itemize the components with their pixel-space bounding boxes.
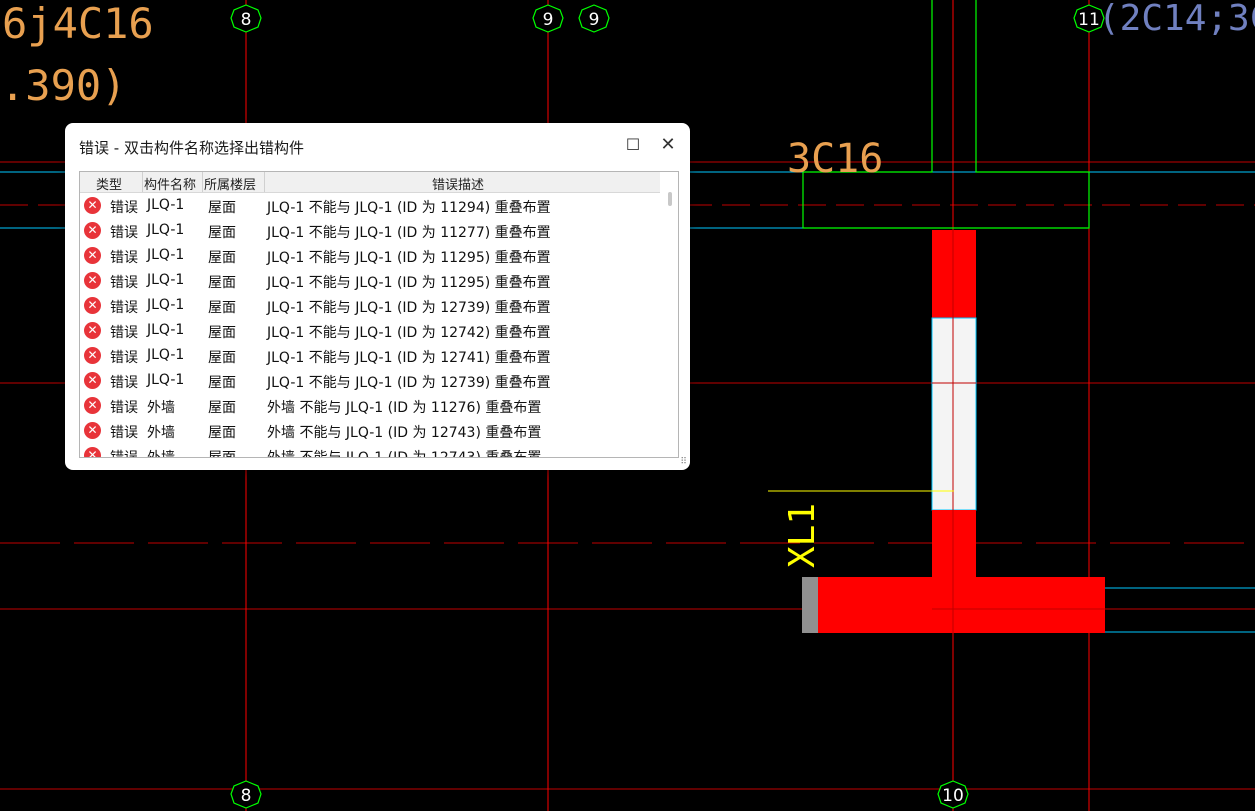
table-row[interactable]: ✕ 错误 JLQ-1 屋面 JLQ-1 不能与 JLQ-1 (ID 为 11295) 重… (80, 269, 660, 294)
table-row[interactable]: ✕ 错误 外墙 屋面 外墙 不能与 JLQ-1 (ID 为 12743) 重叠布置 (80, 419, 660, 444)
cell-description: JLQ-1 不能与 JLQ-1 (ID 为 12739) 重叠布置 (267, 375, 551, 391)
vertical-scrollbar[interactable] (662, 172, 678, 457)
cell-floor: 屋面 (208, 225, 236, 241)
wall-segment-white[interactable] (931, 317, 977, 511)
elevation-annotation: .390) (0, 61, 126, 110)
cell-floor: 屋面 (208, 325, 236, 341)
axis-label-top-11: 11 (1078, 10, 1100, 30)
cell-name[interactable]: 外墙 (147, 397, 175, 417)
axis-label-bottom-10: 10 (942, 786, 964, 806)
error-icon: ✕ (84, 422, 101, 439)
cell-description: JLQ-1 不能与 JLQ-1 (ID 为 12741) 重叠布置 (267, 350, 551, 366)
error-rows: ✕ 错误 JLQ-1 屋面 JLQ-1 不能与 JLQ-1 (ID 为 11294) 重… (80, 194, 660, 458)
cell-floor: 屋面 (208, 375, 236, 391)
cell-type: 错误 (110, 225, 138, 241)
cell-description: JLQ-1 不能与 JLQ-1 (ID 为 12742) 重叠布置 (267, 325, 551, 341)
cell-type: 错误 (110, 325, 138, 341)
error-icon: ✕ (84, 322, 101, 339)
header-divider[interactable] (142, 172, 143, 192)
cell-type: 错误 (110, 350, 138, 366)
error-wall-segment-mid[interactable] (932, 510, 976, 588)
error-icon: ✕ (84, 372, 101, 389)
table-row[interactable]: ✕ 错误 JLQ-1 屋面 JLQ-1 不能与 JLQ-1 (ID 为 12741) 重… (80, 344, 660, 369)
axis-label-top-8: 8 (241, 10, 252, 30)
rebar-annotation-top-left: 6j4C16 (2, 0, 154, 48)
error-icon: ✕ (84, 222, 101, 239)
cell-description: 外墙 不能与 JLQ-1 (ID 为 12743) 重叠布置 (267, 450, 542, 458)
cell-name[interactable]: JLQ-1 (147, 347, 184, 363)
list-header: 类型 构件名称 所属楼层 错误描述 (80, 172, 660, 193)
cell-description: 外墙 不能与 JLQ-1 (ID 为 11276) 重叠布置 (267, 400, 542, 416)
cell-name[interactable]: JLQ-1 (147, 297, 184, 313)
error-icon: ✕ (84, 297, 101, 314)
error-icon: ✕ (84, 347, 101, 364)
cell-name[interactable]: 外墙 (147, 422, 175, 442)
cell-type: 错误 (110, 200, 138, 216)
cell-type: 错误 (110, 300, 138, 316)
cell-floor: 屋面 (208, 200, 236, 216)
cell-name[interactable]: 外墙 (147, 447, 175, 457)
table-row[interactable]: ✕ 错误 JLQ-1 屋面 JLQ-1 不能与 JLQ-1 (ID 为 12742) 重… (80, 319, 660, 344)
axis-label-top-9a: 9 (543, 10, 554, 30)
scroll-thumb[interactable] (668, 192, 672, 206)
cell-type: 错误 (110, 450, 138, 458)
cell-name[interactable]: JLQ-1 (147, 372, 184, 388)
table-row[interactable]: ✕ 错误 JLQ-1 屋面 JLQ-1 不能与 JLQ-1 (ID 为 12739) 重… (80, 369, 660, 394)
cell-description: JLQ-1 不能与 JLQ-1 (ID 为 11295) 重叠布置 (267, 275, 551, 291)
cell-floor: 屋面 (208, 350, 236, 366)
dialog-title: 错误 - 双击构件名称选择出错构件 (79, 139, 304, 157)
cell-type: 错误 (110, 250, 138, 266)
error-icon: ✕ (84, 447, 101, 457)
error-icon: ✕ (84, 272, 101, 289)
error-icon: ✕ (84, 197, 101, 214)
cell-floor: 屋面 (208, 275, 236, 291)
header-name[interactable]: 构件名称 (144, 174, 196, 193)
header-divider[interactable] (202, 172, 203, 192)
header-floor[interactable]: 所属楼层 (204, 174, 256, 193)
cell-floor: 屋面 (208, 250, 236, 266)
rebar-annotation-top-right: (2C14;3C (1098, 0, 1255, 39)
error-wall-segment-top[interactable] (932, 230, 976, 318)
error-dialog[interactable]: 错误 - 双击构件名称选择出错构件 ☐ ✕ 类型 构件名称 所属楼层 错误描述 … (65, 123, 690, 470)
rebar-annotation-3c16: 3C16 (787, 136, 883, 182)
cell-name[interactable]: JLQ-1 (147, 247, 184, 263)
header-type[interactable]: 类型 (96, 174, 122, 193)
cell-floor: 屋面 (208, 400, 236, 416)
header-description[interactable]: 错误描述 (432, 174, 484, 193)
header-divider[interactable] (264, 172, 265, 192)
table-row[interactable]: ✕ 错误 外墙 屋面 外墙 不能与 JLQ-1 (ID 为 11276) 重叠布置 (80, 394, 660, 419)
resize-grip-icon[interactable]: ⠿ (680, 457, 687, 467)
cell-type: 错误 (110, 425, 138, 441)
table-row[interactable]: ✕ 错误 JLQ-1 屋面 JLQ-1 不能与 JLQ-1 (ID 为 11294) 重… (80, 194, 660, 219)
beam-label-xl1: XL1 (782, 503, 823, 568)
cell-floor: 屋面 (208, 450, 236, 458)
cell-type: 错误 (110, 375, 138, 391)
axis-label-top-9b: 9 (589, 10, 600, 30)
table-row[interactable]: ✕ 错误 JLQ-1 屋面 JLQ-1 不能与 JLQ-1 (ID 为 11277) 重… (80, 219, 660, 244)
cell-floor: 屋面 (208, 425, 236, 441)
cell-name[interactable]: JLQ-1 (147, 272, 184, 288)
maximize-button[interactable]: ☐ (621, 133, 645, 157)
cell-description: JLQ-1 不能与 JLQ-1 (ID 为 11277) 重叠布置 (267, 225, 551, 241)
axis-label-bottom-8: 8 (241, 786, 252, 806)
cell-floor: 屋面 (208, 300, 236, 316)
wall-end-gray[interactable] (802, 577, 818, 633)
error-icon: ✕ (84, 247, 101, 264)
error-icon: ✕ (84, 397, 101, 414)
table-row[interactable]: ✕ 错误 JLQ-1 屋面 JLQ-1 不能与 JLQ-1 (ID 为 11295) 重… (80, 244, 660, 269)
cell-name[interactable]: JLQ-1 (147, 322, 184, 338)
cell-description: 外墙 不能与 JLQ-1 (ID 为 12743) 重叠布置 (267, 425, 542, 441)
cell-type: 错误 (110, 275, 138, 291)
table-row[interactable]: ✕ 错误 外墙 屋面 外墙 不能与 JLQ-1 (ID 为 12743) 重叠布置 (80, 444, 660, 458)
table-row[interactable]: ✕ 错误 JLQ-1 屋面 JLQ-1 不能与 JLQ-1 (ID 为 12739) 重… (80, 294, 660, 319)
cell-description: JLQ-1 不能与 JLQ-1 (ID 为 11295) 重叠布置 (267, 250, 551, 266)
cell-name[interactable]: JLQ-1 (147, 197, 184, 213)
cell-description: JLQ-1 不能与 JLQ-1 (ID 为 12739) 重叠布置 (267, 300, 551, 316)
error-list[interactable]: 类型 构件名称 所属楼层 错误描述 ✕ 错误 JLQ-1 屋面 JLQ-1 不能与 JL… (79, 171, 679, 458)
error-wall-segment-horizontal[interactable] (818, 577, 1105, 633)
cell-description: JLQ-1 不能与 JLQ-1 (ID 为 11294) 重叠布置 (267, 200, 551, 216)
close-button[interactable]: ✕ (656, 133, 680, 157)
cell-type: 错误 (110, 400, 138, 416)
cell-name[interactable]: JLQ-1 (147, 222, 184, 238)
